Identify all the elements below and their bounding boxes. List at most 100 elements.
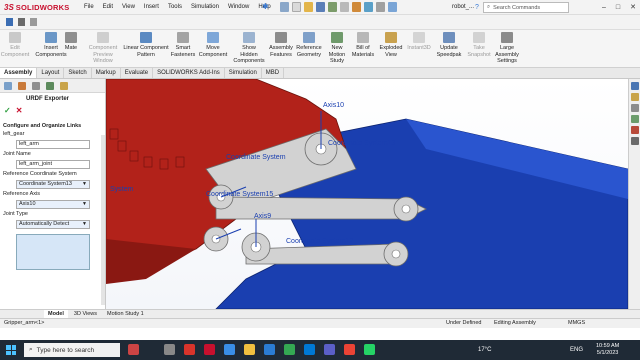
tab-3d-views[interactable]: 3D Views — [70, 310, 101, 318]
ref-axis-value: Axis10 — [19, 201, 36, 207]
tab-mbd[interactable]: MBD — [262, 68, 285, 78]
search-commands-field[interactable]: ⌕ Search Commands — [483, 2, 569, 13]
close-icon[interactable]: ✕ — [630, 2, 636, 13]
taskbar-search[interactable]: ⌕ Type here to search — [24, 343, 120, 357]
solidworks-app-icon[interactable] — [184, 344, 195, 355]
minimize-icon[interactable]: – — [602, 2, 606, 13]
home-icon[interactable] — [280, 2, 289, 12]
view-palette-icon[interactable] — [631, 126, 639, 134]
status-mode: Editing Assembly — [494, 320, 536, 326]
ref-coord-select[interactable]: Coordinate System13 ▼ — [16, 180, 90, 189]
tab-motion-study[interactable]: Motion Study 1 — [103, 310, 148, 318]
property-manager-icon[interactable] — [18, 82, 26, 90]
language-indicator[interactable]: ENG — [570, 340, 583, 360]
cancel-x-icon[interactable]: ✕ — [16, 106, 23, 116]
app-icon[interactable] — [204, 344, 215, 355]
app-icon[interactable] — [364, 344, 375, 355]
store-icon[interactable] — [304, 344, 315, 355]
edge-icon[interactable] — [224, 344, 235, 355]
menu-window[interactable]: Window — [228, 2, 249, 13]
windows-start-icon[interactable] — [6, 345, 16, 355]
tab-markup[interactable]: Markup — [92, 68, 121, 78]
undo-icon[interactable] — [340, 2, 349, 12]
status-units[interactable]: MMGS — [568, 319, 585, 328]
child-links-list[interactable] — [16, 234, 90, 270]
task-view-icon[interactable] — [164, 344, 175, 355]
print-icon[interactable] — [328, 2, 337, 12]
ribbon-label: Mate — [64, 45, 78, 51]
menu-view[interactable]: View — [122, 2, 135, 13]
new-document-icon[interactable] — [292, 2, 301, 12]
rebuild-icon[interactable] — [364, 2, 373, 12]
gear-tooth — [143, 156, 153, 168]
display-manager-icon[interactable] — [60, 82, 68, 90]
brand-label: SOLIDWORKS — [15, 3, 70, 12]
file-explorer-icon[interactable] — [244, 344, 255, 355]
appearances-icon[interactable] — [631, 137, 639, 145]
ref-coord-value: Coordinate System13 — [19, 181, 72, 187]
new-file-icon[interactable] — [6, 18, 13, 26]
ref-coord-label: Reference Coordinate System — [3, 171, 77, 177]
solidworks-logo[interactable]: 3S SOLIDWORKS — [4, 2, 69, 13]
resources-icon[interactable] — [631, 93, 639, 101]
menu-insert[interactable]: Insert — [144, 2, 159, 13]
file-properties-icon[interactable] — [376, 2, 385, 12]
gear-tooth — [129, 150, 139, 162]
save-icon[interactable] — [316, 2, 325, 12]
ribbon-label: Component Preview Window — [88, 45, 118, 64]
configuration-icon[interactable] — [32, 82, 40, 90]
ok-cancel-row: ✓ ✕ — [0, 106, 105, 116]
panel-scrollbar[interactable] — [101, 135, 105, 305]
joint-type-select[interactable]: Automatically Detect ▼ — [16, 220, 90, 229]
feature-tree-icon[interactable] — [4, 82, 12, 90]
gear-tooth — [109, 128, 119, 140]
design-library-icon[interactable] — [631, 104, 639, 112]
select-icon[interactable] — [352, 2, 361, 12]
dimxpert-icon[interactable] — [46, 82, 54, 90]
menu-edit[interactable]: Edit — [103, 2, 113, 13]
tab-sketch[interactable]: Sketch — [64, 68, 92, 78]
search-icon: ⌕ — [487, 4, 491, 10]
ok-check-icon[interactable]: ✓ — [4, 106, 11, 116]
menu-simulation[interactable]: Simulation — [191, 2, 219, 13]
clock[interactable]: 10:59 AM 5/1/2023 — [596, 343, 619, 357]
options-icon[interactable] — [388, 2, 397, 12]
assembly-model: Axis10 Coordinate System13 Coordinate Sy… — [106, 79, 628, 309]
play-icon[interactable] — [18, 18, 25, 26]
tab-model[interactable]: Model — [44, 310, 68, 318]
parent-link-label: left_gear — [3, 131, 25, 137]
status-bar: Gripper_arm<1> Under Defined Editing Ass… — [0, 318, 640, 328]
file-explorer-icon[interactable] — [631, 115, 639, 123]
large-assembly-settings-button[interactable]: Large Assembly Settings — [484, 32, 530, 66]
menu-file[interactable]: File — [84, 2, 94, 13]
link-name-field[interactable]: left_arm — [16, 140, 90, 149]
bridge-news-icon[interactable] — [128, 344, 139, 355]
tab-evaluate[interactable]: Evaluate — [121, 68, 154, 78]
teams-icon[interactable] — [324, 344, 335, 355]
windows-taskbar: ⌕ Type here to search 17°C ENG 10:59 AM … — [0, 340, 640, 360]
open-icon[interactable] — [304, 2, 313, 12]
cs15-label: Coordinate System15 — [206, 191, 273, 198]
tab-layout[interactable]: Layout — [37, 68, 65, 78]
menu-tools[interactable]: Tools — [168, 2, 182, 13]
dropdown-icon[interactable] — [30, 18, 37, 26]
outlook-icon[interactable] — [264, 344, 275, 355]
tab-simulation[interactable]: Simulation — [225, 68, 262, 78]
ref-axis-select[interactable]: Axis10 ▼ — [16, 200, 90, 209]
help-question-icon[interactable]: ? — [475, 2, 479, 13]
large-assembly-icon — [501, 32, 513, 43]
weather-temp[interactable]: 17°C — [478, 340, 491, 360]
app-icon[interactable] — [344, 344, 355, 355]
gear-tooth — [159, 158, 169, 170]
gear-tooth — [175, 156, 185, 168]
graphics-viewport[interactable]: Axis10 Coordinate System13 Coordinate Sy… — [106, 79, 628, 309]
chrome-icon[interactable] — [284, 344, 295, 355]
tab-addins[interactable]: SOLIDWORKS Add-Ins — [153, 68, 225, 78]
clock-date: 5/1/2023 — [596, 350, 619, 356]
tab-assembly[interactable]: Assembly — [0, 68, 38, 78]
joint-name-label: Joint Name — [3, 151, 31, 157]
home-icon[interactable] — [631, 82, 639, 90]
maximize-icon[interactable]: □ — [616, 2, 620, 13]
pin-icon[interactable]: ✱ — [262, 2, 269, 11]
joint-name-field[interactable]: left_arm_joint — [16, 160, 90, 169]
